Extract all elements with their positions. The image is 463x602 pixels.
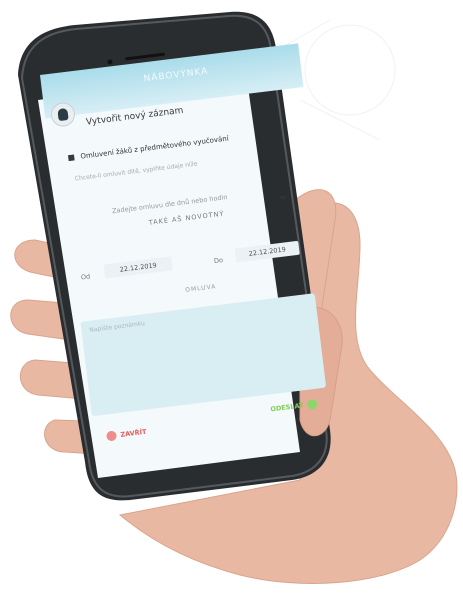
note-placeholder: Napište poznámku bbox=[89, 320, 146, 334]
cancel-label: ZAVŘÍT bbox=[119, 427, 147, 439]
date-to-field[interactable]: 22.12.2019 bbox=[234, 240, 300, 263]
send-button[interactable]: ODESLAT bbox=[269, 398, 318, 415]
app-title: NÁBOVÝNKA bbox=[143, 66, 209, 85]
date-from-field[interactable]: 22.12.2019 bbox=[103, 256, 173, 279]
date-to-label: Do bbox=[213, 256, 224, 266]
checkbox-label: Omluvení žáků z předmětového vyučování bbox=[80, 134, 230, 161]
excuse-sub-label: OMLUVA bbox=[184, 283, 217, 294]
send-label: ODESLAT bbox=[269, 401, 304, 414]
select-value[interactable]: TAKÉ AŠ NOVOTNÝ bbox=[148, 210, 225, 227]
hint-text: Chcete-li omluvit dítě, vyplňte údaje ní… bbox=[74, 160, 198, 183]
send-icon bbox=[306, 398, 318, 410]
chevron-down-icon[interactable] bbox=[278, 195, 288, 201]
photo-scene: NÁBOVÝNKA Vytvořit nový záznam Omluvení … bbox=[0, 0, 463, 598]
date-from-label: Od bbox=[80, 272, 91, 282]
close-icon bbox=[105, 430, 118, 442]
checkbox[interactable] bbox=[67, 154, 75, 162]
camera-icon bbox=[107, 59, 113, 65]
phone-screen-ui: NÁBOVÝNKA Vytvořit nový záznam Omluvení … bbox=[40, 43, 346, 467]
excuse-checkbox-row[interactable]: Omluvení žáků z předmětového vyučování bbox=[67, 134, 230, 163]
note-textarea[interactable]: Napište poznámku bbox=[80, 293, 327, 417]
cancel-button[interactable]: ZAVŘÍT bbox=[105, 427, 147, 442]
